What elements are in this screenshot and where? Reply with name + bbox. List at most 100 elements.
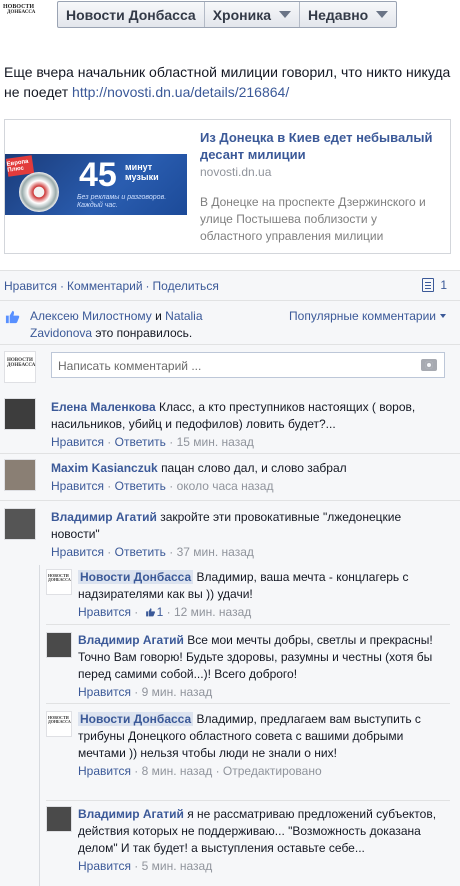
comment-composer: НОВОСТИ ДОНБАССА Написать комментарий ..… xyxy=(0,344,460,390)
preview-description: В Донецке на проспекте Дзержинского и ул… xyxy=(200,195,426,243)
comment-icon xyxy=(422,278,435,292)
tab-label: Недавно xyxy=(308,6,369,23)
comment-author[interactable]: Владимир Агатий xyxy=(78,807,184,821)
preview-domain: novosti.dn.ua xyxy=(200,165,272,179)
top-bar: НОВОСТИ ДОНБАССА Новости Донбасса Хроник… xyxy=(0,0,460,36)
avatar[interactable]: НОВОСТИ ДОНБАССА xyxy=(4,351,36,383)
sort-label: Популярные комментарии xyxy=(289,309,436,323)
tab-timeline[interactable]: Хроника xyxy=(205,2,301,27)
comment-input[interactable]: Написать комментарий ... xyxy=(51,352,445,378)
likes-bar: Алексею Милостному и Natalia Zavidonova … xyxy=(0,300,460,344)
chevron-down-icon xyxy=(279,11,292,18)
comment-text: пацан слово дал, и слово забрал xyxy=(161,461,347,475)
comment-author[interactable]: Новости Донбасса xyxy=(78,570,194,584)
like-button[interactable]: Нравится xyxy=(4,279,57,293)
preview-title[interactable]: Из Донецка в Киев едет небывалый десант … xyxy=(200,129,440,163)
divider xyxy=(0,500,460,501)
comment-like-button[interactable]: Нравится xyxy=(78,764,131,778)
reply: Новости Донбасса Владимир, предлагаем ва… xyxy=(78,711,450,780)
comment-count[interactable]: 1 xyxy=(422,278,447,292)
comment-like-button[interactable]: Нравится xyxy=(78,605,131,619)
thumbs-up-icon xyxy=(145,608,155,617)
reply: Владимир Агатий я не рассматриваю предло… xyxy=(78,806,450,875)
comment-meta: Нравится · 8 мин. назад · Отредактирован… xyxy=(78,764,322,778)
share-button[interactable]: Поделиться xyxy=(153,279,219,293)
banner-number: 45 xyxy=(79,156,117,194)
divider xyxy=(46,800,450,801)
comment-time[interactable]: около часа назад xyxy=(177,479,274,493)
comment-meta: Нравится · Ответить · 37 мин. назад xyxy=(51,545,254,559)
comment-time[interactable]: 37 мин. назад xyxy=(177,545,254,559)
comment-author[interactable]: Новости Донбасса xyxy=(78,712,194,726)
comment-sort-dropdown[interactable]: Популярные комментарии xyxy=(289,309,446,323)
avatar[interactable] xyxy=(4,459,36,491)
comment-time[interactable]: 12 мин. назад xyxy=(174,605,251,619)
avatar[interactable] xyxy=(4,398,36,430)
divider xyxy=(46,624,450,625)
comment-count-value: 1 xyxy=(440,278,447,292)
tab-recent[interactable]: Недавно xyxy=(300,2,396,27)
comment-reply-button[interactable]: Ответить xyxy=(115,479,166,493)
comment-like-count[interactable]: 1 xyxy=(157,605,164,619)
comment-reply-button[interactable]: Ответить xyxy=(115,545,166,559)
reply: Новости Донбасса Владимир, ваша мечта - … xyxy=(78,569,450,621)
comment-author[interactable]: Елена Маленкова xyxy=(51,400,156,414)
comment: Владимир Агатий закройте эти провокативн… xyxy=(51,509,451,561)
divider xyxy=(46,703,450,704)
tab-page-name[interactable]: Новости Донбасса xyxy=(58,2,205,27)
comment-meta: Нравится · 1 · 12 мин. назад xyxy=(78,605,252,619)
comment-like-button[interactable]: Нравится xyxy=(78,859,131,873)
comment-author[interactable]: Владимир Агатий xyxy=(78,633,184,647)
divider xyxy=(0,453,460,454)
comment-button[interactable]: Комментарий xyxy=(67,279,143,293)
comment-reply-button[interactable]: Ответить xyxy=(115,435,166,449)
banner-word: минут xyxy=(125,162,153,172)
likes-and: и xyxy=(155,309,162,323)
comment-meta: Нравится · Ответить · около часа назад xyxy=(51,479,274,493)
post-actions: Нравится · Комментарий · Поделиться 1 xyxy=(0,270,460,300)
post-link[interactable]: http://novosti.dn.ua/details/216864/ xyxy=(72,84,289,100)
comment-like-button[interactable]: Нравится xyxy=(78,685,131,699)
comment-time[interactable]: 15 мин. назад xyxy=(177,435,254,449)
comment: Maxim Kasianczuk пацан слово дал, и слов… xyxy=(51,460,451,495)
disc-icon xyxy=(19,172,59,212)
edited-label[interactable]: Отредактировано xyxy=(223,764,322,778)
avatar[interactable] xyxy=(46,806,72,832)
comment-like-button[interactable]: Нравится xyxy=(51,479,104,493)
banner-small-text: Без рекламы и разговоров. Каждый час. xyxy=(77,194,167,209)
avatar[interactable]: НОВОСТИ ДОНБАССА xyxy=(46,711,72,737)
comment-time[interactable]: 9 мин. назад xyxy=(142,685,213,699)
comment-like-button[interactable]: Нравится xyxy=(51,435,104,449)
likes-summary: Алексею Милостному и Natalia Zavidonova … xyxy=(30,308,260,342)
comment-meta: Нравится · 9 мин. назад xyxy=(78,685,213,699)
comment-like-button[interactable]: Нравится xyxy=(51,545,104,559)
separator: · xyxy=(59,278,64,293)
avatar[interactable] xyxy=(4,508,36,540)
comment-time[interactable]: 8 мин. назад xyxy=(142,764,213,778)
comment-author[interactable]: Maxim Kasianczuk xyxy=(51,461,158,475)
banner-word: музыки xyxy=(125,172,159,182)
chevron-down-icon xyxy=(440,314,446,318)
chevron-down-icon xyxy=(376,11,389,18)
separator: · xyxy=(145,278,150,293)
banner-words: минут музыки xyxy=(125,162,159,182)
comment-time[interactable]: 5 мин. назад xyxy=(142,859,213,873)
comment-meta: Нравится · Ответить · 15 мин. назад xyxy=(51,435,254,449)
avatar[interactable] xyxy=(46,632,72,658)
likes-suffix: это понравилось. xyxy=(95,326,193,340)
camera-icon[interactable] xyxy=(421,359,437,371)
reply-thread-line xyxy=(39,565,40,886)
comment-author[interactable]: Владимир Агатий xyxy=(51,510,157,524)
preview-image[interactable]: Европа Плюс 45 минут музыки Без рекламы … xyxy=(5,154,187,215)
comment: Елена Маленкова Класс, а кто преступнико… xyxy=(51,399,451,451)
reply: Владимир Агатий Все мои мечты добры, све… xyxy=(78,632,450,701)
page-logo[interactable]: НОВОСТИ ДОНБАССА xyxy=(3,4,47,26)
avatar[interactable]: НОВОСТИ ДОНБАССА xyxy=(46,569,72,595)
thumbs-up-icon xyxy=(5,310,20,324)
post-text: Еще вчера начальник областной милиции го… xyxy=(4,62,454,102)
page-tabs: Новости Донбасса Хроника Недавно xyxy=(57,1,398,28)
comment-placeholder: Написать комментарий ... xyxy=(58,359,202,373)
link-preview[interactable]: Европа Плюс 45 минут музыки Без рекламы … xyxy=(4,119,451,254)
tab-label: Новости Донбасса xyxy=(66,6,196,23)
liker-link[interactable]: Алексею Милостному xyxy=(30,309,152,323)
